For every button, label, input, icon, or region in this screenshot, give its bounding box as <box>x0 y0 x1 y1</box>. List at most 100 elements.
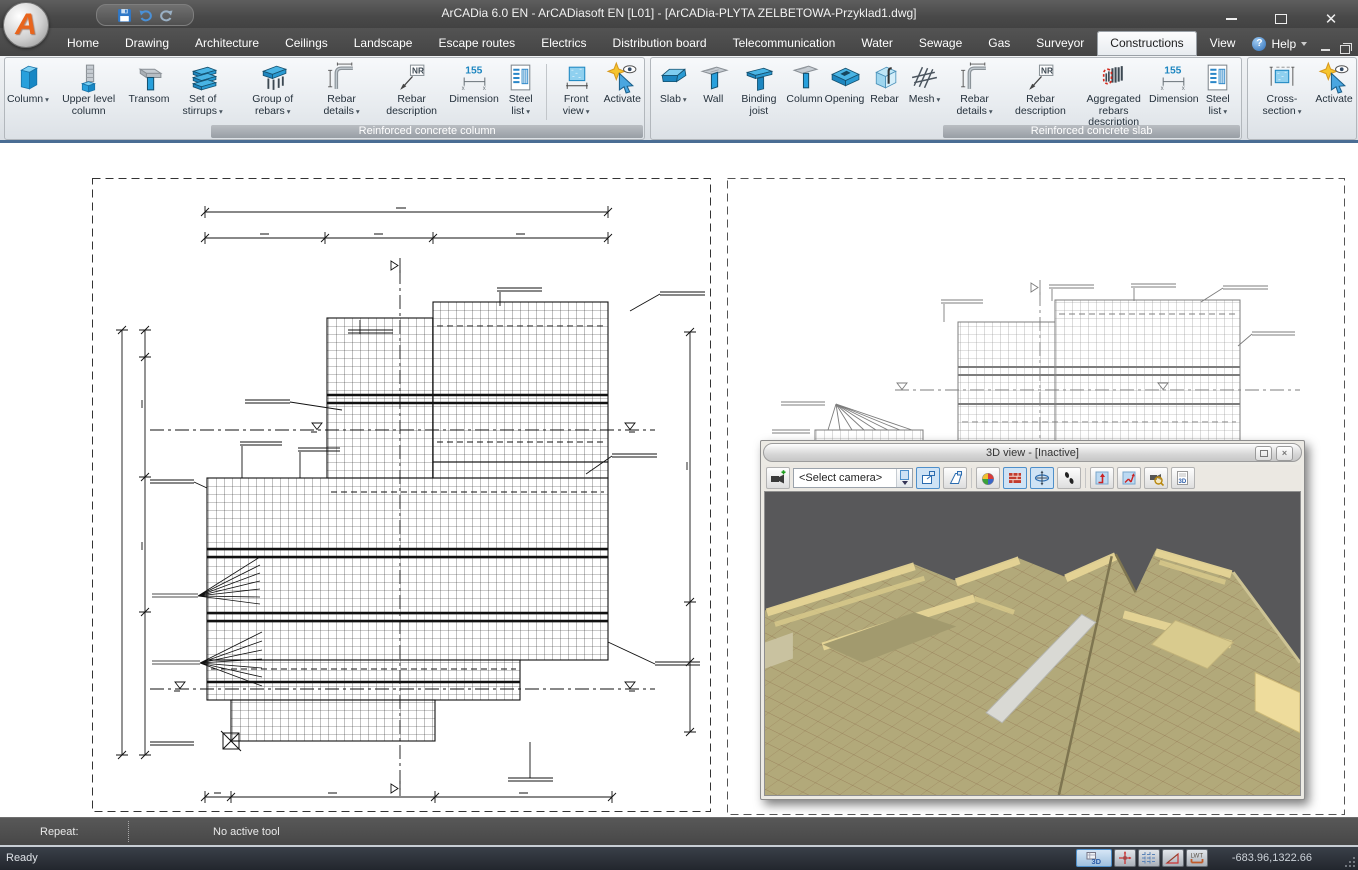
activate-button[interactable]: Activate <box>602 60 642 106</box>
save-3d-icon <box>1175 470 1191 486</box>
view-move-button[interactable] <box>1117 467 1141 489</box>
minimize-button[interactable] <box>1220 11 1242 27</box>
3d-view-title-bar[interactable]: 3D view - [Inactive] × <box>763 443 1302 462</box>
set-of-stirrups-button[interactable]: Set of stirrups▾ <box>170 60 236 117</box>
3d-viewport[interactable] <box>764 491 1301 796</box>
rebar-description-button[interactable]: Rebar description <box>1005 60 1077 117</box>
dimension-button[interactable]: Dimension <box>450 60 498 106</box>
add-camera-button[interactable] <box>766 467 790 489</box>
layers-3d-toggle[interactable] <box>1076 849 1112 867</box>
opening-button[interactable]: Opening <box>825 60 865 106</box>
document-minimize-button[interactable] <box>1321 49 1330 51</box>
resize-grip[interactable] <box>1344 856 1356 868</box>
tab-view[interactable]: View <box>1197 31 1249 56</box>
column-button[interactable]: Column▾ <box>7 60 49 106</box>
status-toggle-buttons <box>1076 849 1208 867</box>
camera-select-dropdown[interactable] <box>896 469 912 487</box>
ribbon-button-label: Upper level column <box>62 93 115 117</box>
front-view-button[interactable]: Front view▾ <box>550 60 602 117</box>
chevron-down-icon: ▾ <box>989 107 993 116</box>
grid-icon <box>1141 851 1157 865</box>
chevron-down-icon: ▾ <box>526 107 530 116</box>
walk-button[interactable] <box>1057 467 1081 489</box>
transom-button[interactable]: Transom <box>128 60 169 106</box>
tab-distribution-board[interactable]: Distribution board <box>600 31 720 56</box>
maximize-button[interactable] <box>1270 11 1292 27</box>
wall-button[interactable]: Wall <box>693 60 733 106</box>
opening-icon <box>828 61 861 94</box>
activate-button[interactable]: Activate <box>1314 60 1354 106</box>
ribbon-button-label: Activate <box>604 93 641 105</box>
arcadia-app-logo[interactable]: A <box>3 2 49 48</box>
rebar-details-button[interactable]: Rebar details▾ <box>945 60 1005 117</box>
angle-icon <box>1165 851 1181 865</box>
ready-status: Ready <box>6 852 38 864</box>
3d-view-window[interactable]: 3D view - [Inactive] × <Select camera> <box>760 440 1305 800</box>
tab-gas[interactable]: Gas <box>975 31 1023 56</box>
upper-level-column-button[interactable]: Upper level column <box>49 60 129 117</box>
tab-ceilings[interactable]: Ceilings <box>272 31 341 56</box>
close-button[interactable]: ✕ <box>1320 11 1342 27</box>
ribbon-button-label: Rebar <box>870 93 899 105</box>
lwt-toggle[interactable] <box>1186 849 1208 867</box>
find-camera-button[interactable] <box>1144 467 1168 489</box>
tab-sewage[interactable]: Sewage <box>906 31 975 56</box>
cross-section-button[interactable]: Cross-section▾ <box>1250 60 1314 117</box>
ribbon-button-label: Rebar description <box>1015 93 1066 117</box>
left-viewport-drawing[interactable] <box>93 179 711 812</box>
group-of-rebars-button[interactable]: Group of rebars▾ <box>236 60 310 117</box>
help-menu[interactable]: ? Help <box>1252 31 1313 56</box>
ribbon-button-label: Rebar details <box>956 93 988 117</box>
angle-toggle[interactable] <box>1162 849 1184 867</box>
rebar-description-icon <box>1024 61 1057 94</box>
tab-water[interactable]: Water <box>848 31 906 56</box>
ribbon-button-label: Column <box>7 93 43 105</box>
active-tool-status: No active tool <box>213 826 280 838</box>
snap-toggle[interactable] <box>1114 849 1136 867</box>
textures-button[interactable] <box>1003 467 1027 489</box>
rebar-description-icon <box>395 61 428 94</box>
tab-architecture[interactable]: Architecture <box>182 31 272 56</box>
steel-list-button[interactable]: Steel list▾ <box>498 60 543 117</box>
ribbon-button-label: Front view <box>563 93 589 117</box>
column-icon <box>11 61 44 94</box>
undo-icon[interactable] <box>138 8 153 23</box>
slab-button[interactable]: Slab▾ <box>653 60 693 106</box>
save-3d-button[interactable] <box>1171 467 1195 489</box>
camera-select[interactable]: <Select camera> <box>793 468 913 488</box>
rebar-details-button[interactable]: Rebar details▾ <box>310 60 374 117</box>
binding-joist-button[interactable]: Binding joist <box>733 60 784 117</box>
chevron-down-icon <box>1301 42 1307 46</box>
redo-icon[interactable] <box>159 8 174 23</box>
3d-view-restore-button[interactable] <box>1255 446 1272 461</box>
tab-electrics[interactable]: Electrics <box>528 31 599 56</box>
dimension-button[interactable]: Dimension <box>1151 60 1197 106</box>
tab-landscape[interactable]: Landscape <box>341 31 426 56</box>
grid-toggle[interactable] <box>1138 849 1160 867</box>
tab-home[interactable]: Home <box>54 31 112 56</box>
ribbon-button-label: Wall <box>703 93 723 105</box>
document-restore-button[interactable] <box>1340 45 1350 54</box>
tab-constructions[interactable]: Constructions <box>1097 31 1196 56</box>
axonometric-view-button[interactable] <box>916 467 940 489</box>
column-button[interactable]: Column <box>785 60 825 106</box>
rebar-button[interactable]: Rebar <box>865 60 905 106</box>
steel-list-icon <box>504 61 537 94</box>
3d-view-close-button[interactable]: × <box>1276 446 1293 461</box>
tab-escape-routes[interactable]: Escape routes <box>425 31 528 56</box>
tab-surveyor[interactable]: Surveyor <box>1023 31 1097 56</box>
tab-drawing[interactable]: Drawing <box>112 31 182 56</box>
perspective-view-button[interactable] <box>943 467 967 489</box>
orbit-button[interactable] <box>1030 467 1054 489</box>
ribbon-button-label: Rebar description <box>386 93 437 117</box>
save-icon[interactable] <box>117 8 132 23</box>
ribbon-tabs: HomeDrawingArchitectureCeilingsLandscape… <box>54 31 1248 56</box>
steel-list-button[interactable]: Steel list▾ <box>1197 60 1239 117</box>
view-up-button[interactable] <box>1090 467 1114 489</box>
color-settings-button[interactable] <box>976 467 1000 489</box>
chevron-down-icon: ▾ <box>219 107 223 116</box>
mesh-button[interactable]: Mesh▾ <box>905 60 945 106</box>
tab-telecommunication[interactable]: Telecommunication <box>720 31 849 56</box>
rebar-description-button[interactable]: Rebar description <box>373 60 449 117</box>
aggregated-rebars-description-button[interactable]: Aggregated rebars description <box>1076 60 1151 129</box>
